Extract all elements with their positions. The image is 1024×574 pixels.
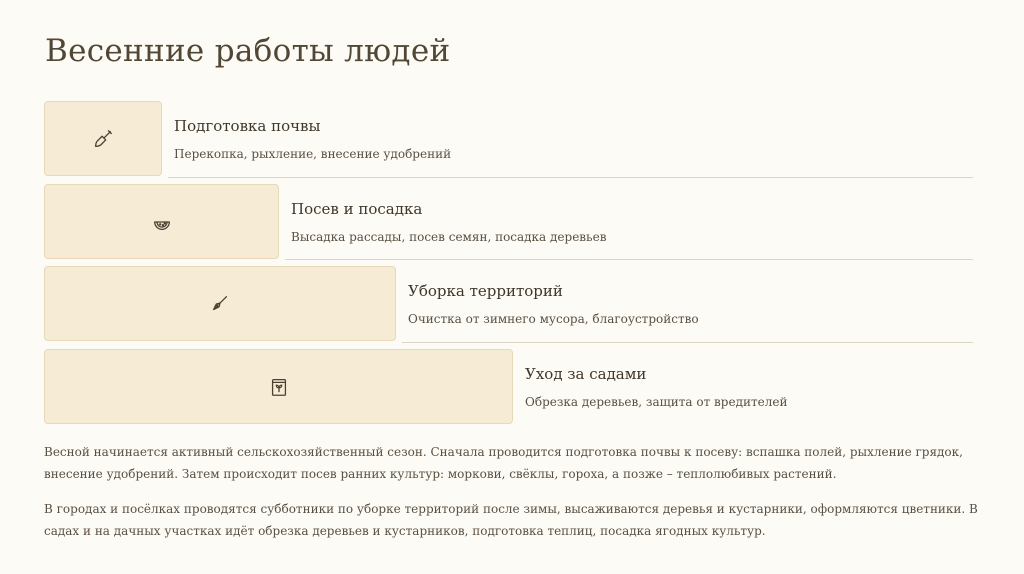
step-description: Перекопка, рыхление, внесение удобрений [174, 147, 452, 161]
watermelon-icon [151, 211, 173, 233]
broom-icon [209, 293, 231, 315]
step-title: Уборка территорий [408, 282, 563, 300]
step-text-soil: Подготовка почвы Перекопка, рыхление, вн… [174, 117, 451, 161]
seed-packet-icon [268, 376, 290, 398]
divider [285, 259, 973, 260]
step-description: Очистка от зимнего мусора, благоустройст… [408, 312, 699, 326]
step-title: Посев и посадка [291, 200, 423, 218]
step-description: Высадка рассады, посев семян, посадка де… [291, 230, 607, 244]
page-title: Весенние работы людей [45, 33, 451, 69]
body-paragraph-2: В городах и посёлках проводятся субботни… [44, 502, 978, 538]
step-title: Уход за садами [525, 365, 647, 383]
body-paragraph-1: Весной начинается активный сельскохозяйс… [44, 445, 963, 481]
step-box-sowing [44, 184, 279, 259]
shovel-icon [92, 128, 114, 150]
step-title: Подготовка почвы [174, 117, 321, 135]
step-text-gardens: Уход за садами Обрезка деревьев, защита … [525, 365, 787, 409]
step-box-gardens [44, 349, 513, 424]
divider [168, 177, 973, 178]
divider [402, 342, 973, 343]
step-description: Обрезка деревьев, защита от вредителей [525, 395, 788, 409]
step-box-cleaning [44, 266, 396, 341]
step-box-soil [44, 101, 162, 176]
step-text-sowing: Посев и посадка Высадка рассады, посев с… [291, 200, 606, 244]
step-text-cleaning: Уборка территорий Очистка от зимнего мус… [408, 282, 699, 326]
